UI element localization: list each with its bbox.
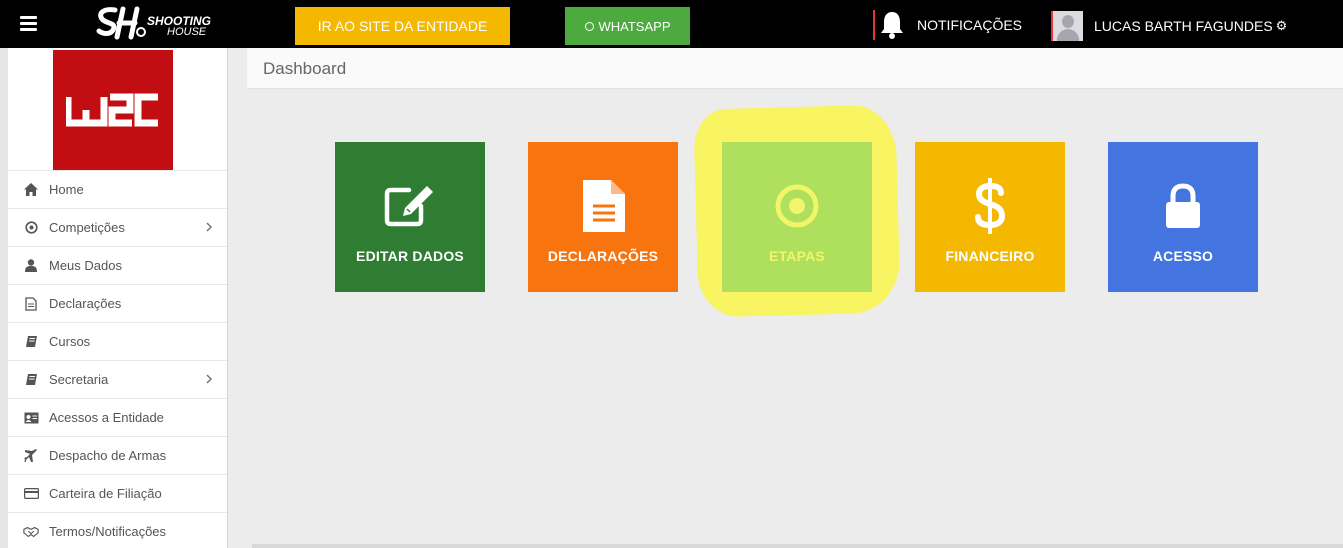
edit-icon xyxy=(383,180,437,232)
gears-icon[interactable]: ⚙ xyxy=(1276,18,1288,34)
w2c-logo-icon xyxy=(66,93,158,127)
tile-declaracoes[interactable]: DECLARAÇÕES xyxy=(528,142,678,292)
tile-acesso[interactable]: ACESSO xyxy=(1108,142,1258,292)
whatsapp-icon xyxy=(584,21,594,31)
handshake-icon xyxy=(23,524,39,540)
brand-name: SHOOTING HOUSE xyxy=(147,15,211,38)
sidebar-menu: Home Competições Meus Dados Declarações xyxy=(8,170,227,548)
sidebar-item-label: Acessos a Entidade xyxy=(49,410,164,425)
id-card-icon xyxy=(23,410,39,426)
footer-divider xyxy=(252,544,1343,548)
sidebar-item-label: Termos/Notificações xyxy=(49,524,167,539)
sidebar: Home Competições Meus Dados Declarações xyxy=(0,48,228,548)
entity-logo[interactable] xyxy=(53,50,173,170)
tile-etapas[interactable]: ETAPAS xyxy=(722,142,872,292)
notifications-label: NOTIFICAÇÕES xyxy=(917,17,1023,33)
sidebar-item-termos-notificacoes[interactable]: Termos/Notificações xyxy=(8,512,227,548)
sidebar-item-label: Home xyxy=(49,182,84,197)
sidebar-item-acessos-entidade[interactable]: Acessos a Entidade xyxy=(8,398,227,436)
dollar-icon xyxy=(975,178,1005,234)
chevron-right-icon xyxy=(206,222,213,232)
whatsapp-button[interactable]: WHATSAPP xyxy=(565,7,690,45)
whatsapp-label: WHATSAPP xyxy=(598,18,671,34)
sidebar-item-despacho-armas[interactable]: Despacho de Armas xyxy=(8,436,227,474)
book-icon xyxy=(23,372,39,388)
book-icon xyxy=(23,334,39,350)
file-icon xyxy=(23,296,39,312)
tile-label: ACESSO xyxy=(1152,248,1214,264)
user-name: LUCAS BARTH FAGUNDES xyxy=(1094,18,1273,34)
sidebar-item-label: Secretaria xyxy=(49,372,109,387)
sidebar-item-label: Despacho de Armas xyxy=(49,448,167,463)
sidebar-item-label: Declarações xyxy=(49,296,122,311)
target-icon xyxy=(23,220,39,236)
sidebar-item-cursos[interactable]: Cursos xyxy=(8,322,227,360)
target-icon xyxy=(773,180,821,232)
document-icon xyxy=(581,180,625,232)
notifications-button[interactable]: NOTIFICAÇÕES xyxy=(873,10,1022,40)
hamburger-menu-icon[interactable] xyxy=(20,16,37,31)
sidebar-item-label: Meus Dados xyxy=(49,258,122,273)
lock-icon xyxy=(1165,180,1201,232)
home-icon xyxy=(23,182,39,198)
tile-label: DECLARAÇÕES xyxy=(547,248,659,264)
sidebar-item-label: Carteira de Filiação xyxy=(49,486,162,501)
bell-icon xyxy=(881,12,903,39)
tile-label: ETAPAS xyxy=(769,248,825,264)
tile-editar-dados[interactable]: EDITAR DADOS xyxy=(335,142,485,292)
top-navbar: SHOOTING HOUSE IR AO SITE DA ENTIDADE WH… xyxy=(0,0,1343,48)
sidebar-item-carteira-filiacao[interactable]: Carteira de Filiação xyxy=(8,474,227,512)
tile-financeiro[interactable]: FINANCEIRO xyxy=(915,142,1065,292)
tile-label: EDITAR DADOS xyxy=(356,248,464,264)
credit-card-icon xyxy=(23,486,39,502)
sidebar-item-declaracoes[interactable]: Declarações xyxy=(8,284,227,322)
brand-line-2: HOUSE xyxy=(167,26,207,38)
sidebar-item-label: Competições xyxy=(49,220,125,235)
avatar xyxy=(1051,11,1083,41)
sidebar-item-meus-dados[interactable]: Meus Dados xyxy=(8,246,227,284)
user-menu[interactable]: LUCAS BARTH FAGUNDES ⚙ xyxy=(1051,11,1287,41)
sidebar-item-competicoes[interactable]: Competições xyxy=(8,208,227,246)
user-icon xyxy=(23,258,39,274)
chevron-right-icon xyxy=(206,374,213,384)
sidebar-item-home[interactable]: Home xyxy=(8,170,227,208)
notification-indicator xyxy=(873,10,875,40)
page-title: Dashboard xyxy=(263,59,347,78)
sidebar-item-label: Cursos xyxy=(49,334,91,349)
sidebar-item-secretaria[interactable]: Secretaria xyxy=(8,360,227,398)
plane-icon xyxy=(23,448,39,464)
tile-label: FINANCEIRO xyxy=(945,248,1035,264)
shooting-house-logo-icon[interactable] xyxy=(95,6,147,40)
content-header: Dashboard xyxy=(247,48,1343,89)
visit-entity-site-button[interactable]: IR AO SITE DA ENTIDADE xyxy=(295,7,510,45)
